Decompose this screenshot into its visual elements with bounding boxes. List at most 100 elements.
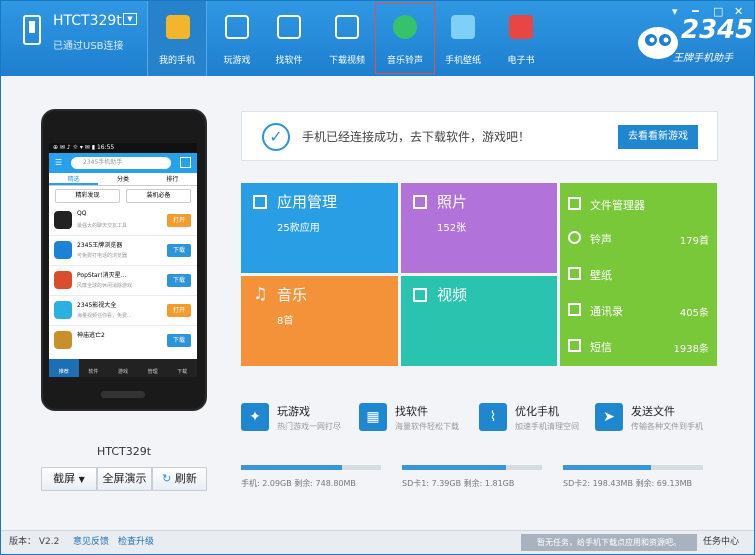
qq-penguin-icon — [54, 211, 72, 229]
action-send-file[interactable]: ➤ 发送文件 传输各种文件到手机 — [595, 401, 715, 441]
tile-title: 照片 — [437, 193, 468, 211]
phone-tab: 精选 — [49, 173, 99, 185]
phone-home-button — [101, 391, 145, 398]
nav-video[interactable]: 下载视频 — [317, 1, 377, 76]
nav-label: 我的手机 — [158, 56, 195, 66]
storage-text: 手机: 2.09GB 剩余: 748.80MB — [241, 479, 356, 488]
nav-wallpapers[interactable]: 手机壁纸 — [433, 1, 493, 76]
app-action: 打开 — [167, 214, 191, 227]
connection-status: 已通过USB连接 — [53, 41, 124, 52]
music-note-icon — [393, 15, 417, 39]
nav-label: 下载视频 — [328, 56, 365, 66]
phone-app-row: 2345影视大全 海量视频任你看，免费... 打开 — [49, 296, 197, 326]
photo-icon — [413, 195, 427, 209]
film-icon — [335, 15, 359, 39]
row-label: 壁纸 — [590, 269, 612, 282]
maximize-icon[interactable]: □ — [713, 5, 723, 18]
phone-tab: 排行 — [166, 176, 179, 183]
gamepad-icon — [225, 15, 249, 39]
app-action: 下载 — [167, 244, 191, 257]
phone-screen: ⊕ ✉ ♪ ☼ ▾ ✉ ▮ 16:55 ☰ 2345手机助手 精选 分类 排行 … — [49, 143, 197, 377]
software-bag-icon — [277, 15, 301, 39]
checkmark-icon: ✓ — [262, 123, 290, 151]
tile-title: 视频 — [437, 286, 468, 304]
paper-plane-icon: ➤ — [595, 403, 623, 431]
refresh-button[interactable]: ↻ 刷新 — [152, 467, 207, 491]
row-count: 405条 — [679, 308, 709, 319]
phone-tab: 分类 — [116, 176, 129, 183]
phone-nav-item: 推荐 — [49, 359, 79, 377]
phone-search-bar: ☰ 2345手机助手 — [49, 153, 197, 173]
action-title: 玩游戏 — [277, 405, 310, 418]
nav-software[interactable]: 找软件 — [259, 1, 319, 76]
action-title: 找软件 — [395, 405, 428, 418]
new-games-button[interactable]: 去看看新游戏 — [618, 125, 698, 149]
nav-music-ringtones[interactable]: 音乐铃声 — [373, 1, 437, 76]
action-subtitle: 加速手机清理空间 — [515, 422, 579, 431]
qr-code-icon — [180, 157, 191, 168]
phone-status-bar: ⊕ ✉ ♪ ☼ ▾ ✉ ▮ 16:55 — [49, 143, 197, 153]
sms-row[interactable]: 短信 1938条 — [560, 325, 717, 369]
app-desc: 风靡全球的休闲消除游戏 — [77, 283, 133, 289]
tile-photos[interactable]: 照片 152张 — [401, 183, 557, 273]
tile-music[interactable]: ♫ 音乐 8首 — [241, 276, 398, 366]
nav-my-phone[interactable]: 我的手机 — [147, 1, 207, 76]
app-name: 神庙逃亡2 — [77, 332, 105, 339]
connection-banner: ✓ 手机已经连接成功，去下载软件，游戏吧！ 去看看新游戏 — [241, 111, 718, 161]
brand-number: 2345 — [681, 15, 754, 45]
feedback-link[interactable]: 意见反馈 — [73, 531, 109, 553]
chevron-down-icon[interactable]: ▼ — [79, 475, 85, 484]
phone-nav-item: 管理 — [147, 369, 158, 375]
task-center-button[interactable]: 任务中心 — [703, 531, 739, 553]
nav-games[interactable]: 玩游戏 — [207, 1, 267, 76]
phone-app-row: 神庙逃亡2 下载 — [49, 326, 197, 356]
nav-ebooks[interactable]: 电子书 — [491, 1, 551, 76]
app-desc: 海量视频任你看，免费... — [77, 313, 132, 319]
app-action: 打开 — [167, 304, 191, 317]
storage-bar — [241, 465, 381, 470]
minimize-icon[interactable]: ━ — [692, 5, 699, 18]
version-label: 版本： V2.2 — [9, 537, 60, 547]
phone-bottom-nav: 推荐 软件 游戏 管理 下载 — [49, 359, 197, 377]
close-icon[interactable]: ✕ — [734, 5, 743, 18]
tile-video[interactable]: 视频 — [401, 276, 557, 366]
phone-nav-item: 软件 — [88, 369, 99, 375]
action-subtitle: 海量软件轻松下载 — [395, 422, 459, 431]
action-optimize-phone[interactable]: ⌇ 优化手机 加速手机清理空间 — [479, 401, 599, 441]
phone-app-row: 2345王牌浏览器 可免费打电话的浏览器 下载 — [49, 236, 197, 266]
action-find-software[interactable]: ▦ 找软件 海量软件轻松下载 — [359, 401, 479, 441]
phone-app-row: QQ 最强大的聊天交友工具 打开 — [49, 206, 197, 236]
app-window: HTCT329t ▼ 已通过USB连接 我的手机 玩游戏 找软件 下载视频 音乐… — [0, 0, 755, 555]
app-action: 下载 — [167, 274, 191, 287]
fullscreen-demo-button[interactable]: 全屏演示 — [97, 467, 152, 491]
status-bar: 版本： V2.2 意见反馈 检查升级 暂无任务，给手机下载点应用和资源吧。 任务… — [1, 530, 754, 554]
app-action: 下载 — [167, 334, 191, 347]
app-desc: 可免费打电话的浏览器 — [77, 253, 128, 259]
screenshot-button[interactable]: 截屏 ▼ — [41, 467, 97, 491]
action-title: 优化手机 — [515, 405, 559, 418]
app-name: 2345影视大全 — [77, 302, 117, 309]
phone-nav-item: 下载 — [177, 369, 188, 375]
wallpaper-icon — [451, 15, 475, 39]
tile-subtitle: 25款应用 — [277, 223, 320, 234]
device-dropdown-button[interactable]: ▼ — [123, 13, 137, 25]
nav-label: 手机壁纸 — [444, 56, 481, 66]
check-update-link[interactable]: 检查升级 — [118, 531, 154, 553]
menu-dropdown-icon[interactable]: ▾ — [672, 5, 678, 18]
contacts-icon — [568, 303, 581, 316]
app-name: QQ — [77, 210, 87, 217]
action-play-games[interactable]: ✦ 玩游戏 热门游戏一网打尽 — [241, 401, 361, 441]
storage-text: SD卡1: 7.39GB 剩余: 1.81GB — [402, 479, 515, 488]
row-label: 短信 — [590, 341, 612, 354]
phone-quick-buttons: 精彩发现 装机必备 — [49, 186, 197, 206]
temple-run-icon — [54, 331, 72, 349]
app-name: 2345王牌浏览器 — [77, 242, 123, 249]
tile-title: 音乐 — [277, 286, 308, 304]
phone-quick-button: 装机必备 — [126, 189, 191, 203]
row-label: 通讯录 — [590, 305, 623, 318]
phone-search-input: 2345手机助手 — [71, 157, 171, 169]
tile-app-management[interactable]: 应用管理 25款应用 — [241, 183, 398, 273]
phone-app-icon — [166, 15, 190, 39]
phone-nav-item: 游戏 — [117, 369, 128, 375]
image-icon — [568, 267, 581, 280]
